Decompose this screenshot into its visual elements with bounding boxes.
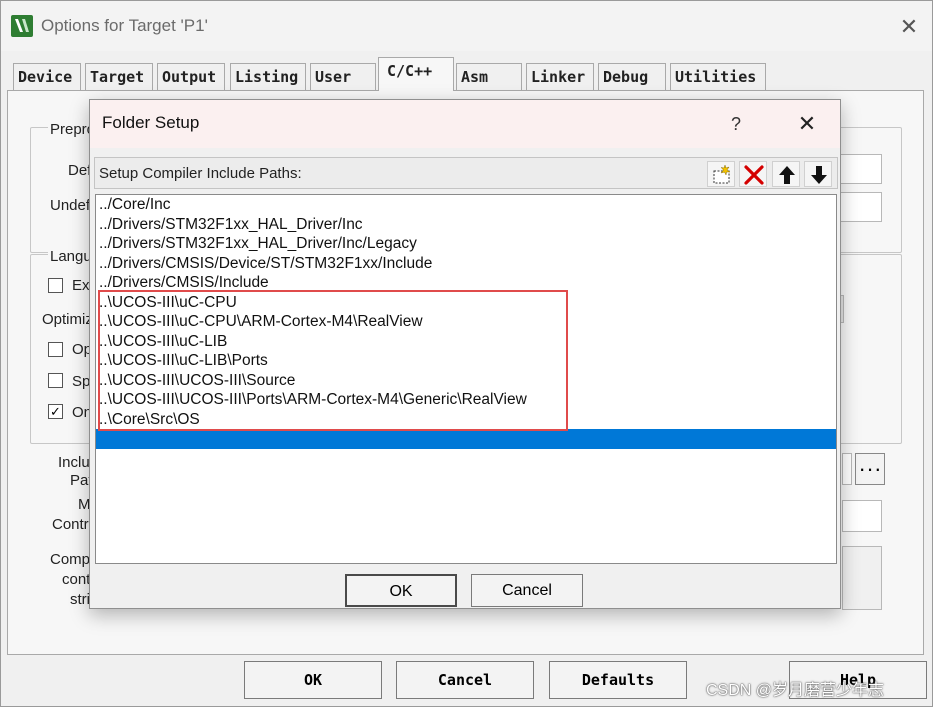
include-paths-browse-button[interactable]: ... bbox=[855, 453, 885, 485]
language-group-label: Langu bbox=[48, 248, 94, 265]
dialog-cancel-button[interactable]: Cancel bbox=[471, 574, 583, 607]
compiler-string-field bbox=[842, 546, 882, 610]
undefine-field[interactable] bbox=[838, 192, 882, 222]
execute-only-label: Ex bbox=[72, 277, 90, 294]
path-row[interactable]: ..\UCOS-III\UCOS-III\Source bbox=[96, 371, 836, 391]
folder-setup-title: Folder Setup bbox=[102, 113, 200, 132]
include-paths-header: Setup Compiler Include Paths: bbox=[94, 157, 838, 189]
delete-icon bbox=[744, 165, 764, 185]
misc-controls-label-2: Contr bbox=[52, 516, 89, 533]
dialog-close-icon[interactable]: ✕ bbox=[785, 108, 829, 140]
path-row[interactable]: ..\Core\Src\OS bbox=[96, 410, 836, 430]
tab-debug[interactable]: Debug bbox=[598, 63, 666, 90]
include-paths-list-label: Setup Compiler Include Paths: bbox=[99, 165, 302, 182]
option3-checkbox[interactable]: ✓ bbox=[48, 404, 63, 419]
outer-window-title: Options for Target 'P1' bbox=[41, 16, 208, 35]
path-row[interactable]: ../Drivers/CMSIS/Device/ST/STM32F1xx/Inc… bbox=[96, 254, 836, 274]
execute-only-checkbox[interactable] bbox=[48, 278, 63, 293]
compiler-string-label-2: cont bbox=[62, 571, 91, 588]
dialog-ok-button[interactable]: OK bbox=[345, 574, 457, 607]
path-row[interactable]: ../Drivers/CMSIS/Include bbox=[96, 273, 836, 293]
csdn-watermark: CSDN @岁月磨营少年志 bbox=[706, 682, 885, 699]
path-row[interactable]: ..\UCOS-III\uC-LIB\Ports bbox=[96, 351, 836, 371]
path-row[interactable]: ../Drivers/STM32F1xx_HAL_Driver/Inc/Lega… bbox=[96, 234, 836, 254]
option1-checkbox[interactable] bbox=[48, 342, 63, 357]
move-up-button[interactable] bbox=[772, 161, 800, 187]
option2-checkbox[interactable] bbox=[48, 373, 63, 388]
tab-c-cpp[interactable]: C/C++ bbox=[378, 57, 454, 91]
outer-titlebar: Options for Target 'P1' ✕ bbox=[1, 1, 932, 51]
compiler-string-label-1: Comp bbox=[50, 551, 91, 568]
undefine-label: Undef bbox=[50, 197, 91, 214]
include-paths-list[interactable]: ../Core/Inc ../Drivers/STM32F1xx_HAL_Dri… bbox=[95, 194, 837, 564]
path-row[interactable]: ../Drivers/STM32F1xx_HAL_Driver/Inc bbox=[96, 215, 836, 235]
tab-target[interactable]: Target bbox=[85, 63, 153, 90]
new-folder-button[interactable] bbox=[707, 161, 735, 187]
folder-setup-titlebar: Folder Setup ? ✕ bbox=[90, 100, 840, 148]
path-row[interactable]: ..\UCOS-III\uC-CPU\ARM-Cortex-M4\RealVie… bbox=[96, 312, 836, 332]
path-row-selected-empty[interactable] bbox=[96, 429, 836, 449]
tab-user[interactable]: User bbox=[310, 63, 376, 90]
compiler-string-label-3: stri bbox=[70, 591, 90, 608]
define-label: Def bbox=[68, 162, 92, 179]
delete-path-button[interactable] bbox=[739, 161, 767, 187]
arrow-up-icon bbox=[779, 166, 795, 184]
outer-ok-button[interactable]: OK bbox=[244, 661, 382, 699]
path-row[interactable]: ..\UCOS-III\uC-CPU bbox=[96, 293, 836, 313]
outer-cancel-button[interactable]: Cancel bbox=[396, 661, 534, 699]
arrow-down-icon bbox=[811, 166, 827, 184]
include-paths-label-1: Inclu bbox=[58, 454, 90, 471]
tab-asm[interactable]: Asm bbox=[456, 63, 522, 90]
new-folder-icon bbox=[713, 164, 731, 184]
keil-app-icon bbox=[11, 15, 33, 37]
folder-setup-dialog: Folder Setup ? ✕ Setup Compiler Include … bbox=[89, 99, 841, 609]
include-paths-field[interactable] bbox=[842, 453, 852, 485]
optimization-label: Optimiz bbox=[42, 311, 93, 328]
misc-controls-field[interactable] bbox=[842, 500, 882, 532]
help-icon[interactable]: ? bbox=[718, 108, 754, 140]
tab-utilities[interactable]: Utilities bbox=[670, 63, 766, 90]
path-row[interactable]: ..\UCOS-III\uC-LIB bbox=[96, 332, 836, 352]
move-down-button[interactable] bbox=[804, 161, 832, 187]
outer-close-icon[interactable]: ✕ bbox=[887, 11, 931, 43]
path-row[interactable]: ..\UCOS-III\UCOS-III\Ports\ARM-Cortex-M4… bbox=[96, 390, 836, 410]
tab-output[interactable]: Output bbox=[157, 63, 225, 90]
path-row[interactable]: ../Core/Inc bbox=[96, 195, 836, 215]
define-field[interactable] bbox=[838, 154, 882, 184]
tab-linker[interactable]: Linker bbox=[526, 63, 594, 90]
tab-device[interactable]: Device bbox=[13, 63, 81, 90]
tab-listing[interactable]: Listing bbox=[230, 63, 306, 90]
option2-label: Sp bbox=[72, 373, 91, 390]
defaults-button[interactable]: Defaults bbox=[549, 661, 687, 699]
